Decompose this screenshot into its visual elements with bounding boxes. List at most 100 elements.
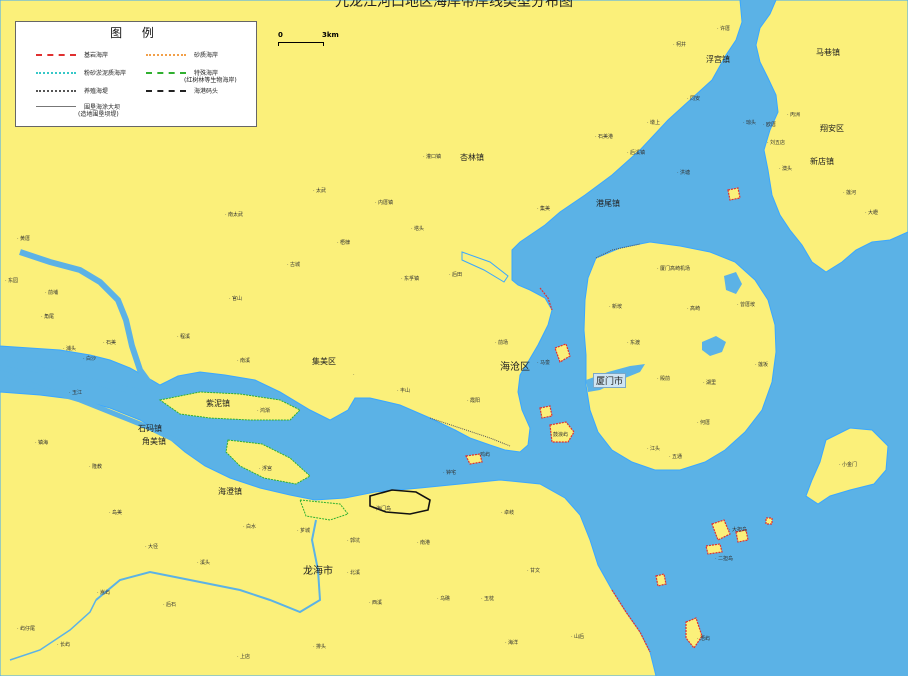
district-label-fugong: 浮宫镇 xyxy=(706,55,730,64)
place-label: 排头 xyxy=(313,644,326,650)
place-label: 后溪镇 xyxy=(627,150,645,156)
place-label: 浦头 xyxy=(63,346,76,352)
place-label-wuyu: 浯屿 xyxy=(697,636,710,642)
legend-item-aquaculture: 养殖海堤 xyxy=(36,86,109,95)
legend-item-sandy: 砂质海岸 xyxy=(146,50,218,59)
district-label-xiamen: 厦门市 xyxy=(593,373,627,388)
district-label-gangwei: 港尾镇 xyxy=(596,199,620,208)
place-label: 集美 xyxy=(537,206,550,212)
place-label: 内厝镇 xyxy=(375,200,393,206)
place-label-haimen: 海门岛 xyxy=(373,506,391,512)
place-label: 岛美 xyxy=(109,510,122,516)
place-label: 曾厝垵 xyxy=(737,302,755,308)
place-label: 南太武 xyxy=(225,212,243,218)
place-label: 山后 xyxy=(571,634,584,640)
place-label: 何厝 xyxy=(697,420,710,426)
place-label: 古城 xyxy=(287,262,300,268)
place-label: 莲河 xyxy=(843,190,856,196)
scale-end: 3km xyxy=(322,31,339,39)
place-label: 海洋 xyxy=(505,640,518,646)
district-label-haicheng: 海澄镇 xyxy=(218,487,242,496)
place-label: 刘五店 xyxy=(767,140,785,146)
place-label: 白水 xyxy=(243,524,256,530)
legend-label-rocky: 基岩海岸 xyxy=(84,52,109,59)
district-label-shima: 石码镇 xyxy=(138,424,162,433)
map-title: 九龙江河口地区海岸带岸线类型分布图 xyxy=(335,0,573,10)
place-label: 玉江 xyxy=(69,390,82,396)
place-label: 角尾 xyxy=(41,314,54,320)
place-label: 黄厝 xyxy=(17,236,30,242)
place-label: 丰山 xyxy=(397,388,410,394)
place-label-erdan: 二担岛 xyxy=(715,556,733,562)
place-label: 郭坑 xyxy=(347,538,360,544)
place-label: 芗城 xyxy=(297,528,310,534)
place-label: 大径 xyxy=(145,544,158,550)
place-label: 南港 xyxy=(417,540,430,546)
legend-item-rocky: 基岩海岸 xyxy=(36,50,109,59)
place-label: 鸿渐 xyxy=(257,408,270,414)
place-label: 西溪 xyxy=(369,600,382,606)
legend-item-port: 海港码头 xyxy=(146,86,219,95)
place-label: 江头 xyxy=(647,446,660,452)
place-label: 钟宅 xyxy=(443,470,456,476)
place-label-jiyu: 鸡屿 xyxy=(477,452,490,458)
place-label: 程溪 xyxy=(177,334,190,340)
place-label: 殿前 xyxy=(657,376,670,382)
place-label: 浮宫 xyxy=(259,466,272,472)
place-label: 溪头 xyxy=(197,560,210,566)
legend-item-reclaim-sub: (造地围垦坝堤) xyxy=(78,109,119,118)
place-label: 五通 xyxy=(669,454,682,460)
district-label-jimei: 集美区 xyxy=(312,357,336,366)
place-label: 欧厝 xyxy=(763,122,776,128)
legend-item-silty: 粉砂淤泥质海岸 xyxy=(36,68,126,77)
place-label: 琼头 xyxy=(743,120,756,126)
map[interactable]: 九龙江河口地区海岸带岸线类型分布图 图 例 基岩海岸 砂质海岸 粉砂淤泥质海岸 … xyxy=(0,0,908,676)
legend-sublabel-special: (红树林等生物海岸) xyxy=(184,77,237,84)
place-label: 上店 xyxy=(237,654,250,660)
legend-symbol-silty xyxy=(36,72,76,74)
legend-symbol-sandy xyxy=(146,54,186,56)
place-label: 镇海 xyxy=(35,440,48,446)
district-label-xinglin: 杏林镇 xyxy=(460,153,484,162)
place-label: 大嶝 xyxy=(865,210,878,216)
place-label: 东渡 xyxy=(627,340,640,346)
scale-bar: 0 3km xyxy=(278,31,339,51)
place-label: 屿仔尾 xyxy=(17,626,35,632)
place-label: 东孚镇 xyxy=(401,276,419,282)
place-label: 丙洲 xyxy=(787,112,800,118)
place-label: 隆教 xyxy=(89,464,102,470)
legend-label-aquaculture: 养殖海堤 xyxy=(84,88,109,95)
place-label: 洪塘 xyxy=(677,170,690,176)
district-label-zini: 紫泥镇 xyxy=(206,399,230,408)
place-label: 甘文 xyxy=(527,568,540,574)
island-5 xyxy=(655,573,667,587)
district-label-xindian: 新店镇 xyxy=(810,157,834,166)
place-label: 同安 xyxy=(687,96,700,102)
legend-symbol-reclaim xyxy=(36,106,76,107)
legend-sublabel-reclaim: (造地围垦坝堤) xyxy=(78,111,119,118)
place-label: 白沙 xyxy=(83,356,96,362)
legend-symbol-port xyxy=(146,90,186,92)
place-label: 前场 xyxy=(495,340,508,346)
place-label: 梧棣 xyxy=(337,240,350,246)
place-label: 前埔 xyxy=(45,290,58,296)
legend-symbol-special xyxy=(146,72,186,74)
place-label-airport: 厦门高崎机场 xyxy=(657,266,690,272)
place-label: 嵩屿 xyxy=(97,590,110,596)
place-label: 许厝 xyxy=(717,26,730,32)
place-label: 马銮 xyxy=(537,360,550,366)
place-label-xiaojinmen: 小金门 xyxy=(839,462,857,468)
place-label: 高崎 xyxy=(687,306,700,312)
legend-label-port: 海港码头 xyxy=(194,88,219,95)
place-label: 长屿 xyxy=(57,642,70,648)
place-label: 湖里 xyxy=(703,380,716,386)
legend-symbol-rocky xyxy=(36,54,76,56)
place-label: 官山 xyxy=(229,296,242,302)
place-label: 柯井 xyxy=(673,42,686,48)
island-small-1 xyxy=(539,405,553,419)
place-label: 石美 xyxy=(103,340,116,346)
legend-title: 图 例 xyxy=(110,26,162,40)
place-label: 墩上 xyxy=(647,120,660,126)
island-6 xyxy=(765,517,773,525)
place-label: 玉枕 xyxy=(481,596,494,602)
